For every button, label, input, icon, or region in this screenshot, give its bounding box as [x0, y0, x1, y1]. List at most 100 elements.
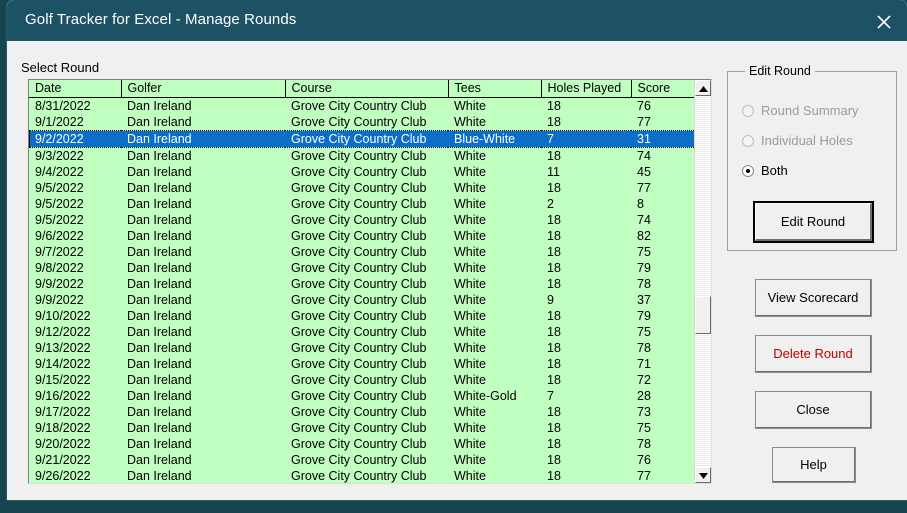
dialog-client-area: Select Round Date Golfer Course Tees Holes P…	[7, 41, 907, 500]
table-row[interactable]: 9/3/2022 Dan Ireland Grove City Country Cl…	[29, 147, 696, 164]
delete-round-button[interactable]: Delete Round	[755, 335, 872, 373]
table-row[interactable]: 9/16/2022 Dan Ireland Grove City Country C…	[29, 387, 696, 404]
table-cell: Dan Ireland	[121, 243, 285, 260]
table-cell: 9/2/2022	[29, 129, 121, 148]
table-cell: 9/9/2022	[29, 275, 121, 292]
help-button[interactable]: Help	[772, 447, 856, 483]
column-header[interactable]: Date	[29, 80, 122, 98]
table-cell: Grove City Country Club	[285, 451, 448, 468]
table-row[interactable]: 9/4/2022 Dan Ireland Grove City Country Cl…	[29, 163, 696, 180]
radio-individual-holes-label: Individual Holes	[761, 133, 853, 148]
radio-both-label: Both	[761, 163, 788, 178]
table-cell: Grove City Country Club	[285, 291, 448, 308]
table-row[interactable]: 9/13/2022 Dan Ireland Grove City Country C…	[29, 339, 696, 356]
table-cell: 9/5/2022	[29, 211, 121, 228]
table-cell: 9/16/2022	[29, 387, 121, 404]
table-cell: 28	[631, 387, 696, 404]
table-cell: White	[448, 339, 541, 356]
table-row[interactable]: 9/2/2022 Dan Ireland Grove City Country Cl…	[29, 129, 696, 148]
column-header[interactable]: Tees	[448, 80, 542, 98]
table-row[interactable]: 9/14/2022 Dan Ireland Grove City Country C…	[29, 355, 696, 372]
table-cell: White	[448, 291, 541, 308]
edit-round-button[interactable]: Edit Round	[753, 201, 874, 243]
table-row[interactable]: 9/15/2022 Dan Ireland Grove City Country C…	[29, 371, 696, 388]
table-cell: 18	[541, 403, 631, 420]
table-row[interactable]: 9/1/2022 Dan Ireland Grove City Country Cl…	[29, 113, 696, 130]
table-cell: Grove City Country Club	[285, 339, 448, 356]
table-cell: Dan Ireland	[121, 467, 285, 483]
rounds-grid[interactable]: Date Golfer Course Tees Holes Played Score 8/…	[28, 79, 712, 484]
table-cell: Dan Ireland	[121, 195, 285, 212]
window-title: Golf Tracker for Excel - Manage Rounds	[25, 11, 297, 28]
view-scorecard-button[interactable]: View Scorecard	[755, 279, 872, 317]
table-row[interactable]: 9/8/2022 Dan Ireland Grove City Country Cl…	[29, 259, 696, 276]
grid-vertical-scrollbar[interactable]	[694, 80, 711, 483]
table-cell: 9/4/2022	[29, 163, 121, 180]
table-row[interactable]: 9/20/2022 Dan Ireland Grove City Country C…	[29, 435, 696, 452]
column-header[interactable]: Holes Played	[541, 80, 632, 98]
radio-indicator	[742, 105, 754, 117]
table-row[interactable]: 9/18/2022 Dan Ireland Grove City Country C…	[29, 419, 696, 436]
scrollbar-thumb[interactable]	[695, 296, 711, 334]
column-header[interactable]: Course	[285, 80, 449, 98]
table-cell: Dan Ireland	[121, 371, 285, 388]
table-cell: White	[448, 113, 541, 130]
table-cell: 9/1/2022	[29, 113, 121, 130]
table-row[interactable]: 9/21/2022 Dan Ireland Grove City Country C…	[29, 451, 696, 468]
table-row[interactable]: 9/17/2022 Dan Ireland Grove City Country C…	[29, 403, 696, 420]
table-cell: 9/13/2022	[29, 339, 121, 356]
table-row[interactable]: 9/5/2022 Dan Ireland Grove City Country Cl…	[29, 179, 696, 196]
table-row[interactable]: 9/9/2022 Dan Ireland Grove City Country Cl…	[29, 275, 696, 292]
table-cell: 18	[541, 435, 631, 452]
table-cell: 18	[541, 451, 631, 468]
table-cell: 74	[631, 211, 696, 228]
scroll-up-button[interactable]	[695, 80, 711, 96]
table-cell: 8/31/2022	[29, 97, 121, 114]
table-row[interactable]: 9/12/2022 Dan Ireland Grove City Country C…	[29, 323, 696, 340]
table-cell: 73	[631, 403, 696, 420]
view-scorecard-button-label: View Scorecard	[767, 290, 859, 305]
close-button[interactable]	[861, 0, 907, 41]
table-cell: Grove City Country Club	[285, 467, 448, 483]
table-cell: Grove City Country Club	[285, 371, 448, 388]
table-cell: White	[448, 355, 541, 372]
column-header[interactable]: Golfer	[121, 80, 286, 98]
table-cell: Grove City Country Club	[285, 355, 448, 372]
table-row[interactable]: 9/7/2022 Dan Ireland Grove City Country Cl…	[29, 243, 696, 260]
table-cell: White	[448, 451, 541, 468]
table-row[interactable]: 9/5/2022 Dan Ireland Grove City Country Cl…	[29, 195, 696, 212]
table-row[interactable]: 9/9/2022 Dan Ireland Grove City Country Cl…	[29, 291, 696, 308]
table-cell: White	[448, 307, 541, 324]
table-cell: White	[448, 195, 541, 212]
column-header[interactable]: Score	[631, 80, 696, 98]
table-cell: Dan Ireland	[121, 97, 285, 114]
close-dialog-button[interactable]: Close	[755, 391, 872, 429]
table-cell: 18	[541, 419, 631, 436]
table-cell: Dan Ireland	[121, 129, 285, 148]
table-row[interactable]: 9/6/2022 Dan Ireland Grove City Country Cl…	[29, 227, 696, 244]
table-cell: Grove City Country Club	[285, 275, 448, 292]
table-cell: 9/9/2022	[29, 291, 121, 308]
table-cell: Grove City Country Club	[285, 211, 448, 228]
table-cell: 18	[541, 307, 631, 324]
rounds-grid-viewport: Date Golfer Course Tees Holes Played Score 8/…	[29, 80, 696, 483]
table-row[interactable]: 9/26/2022 Dan Ireland Grove City Country C…	[29, 467, 696, 483]
table-cell: Dan Ireland	[121, 259, 285, 276]
table-cell: Grove City Country Club	[285, 97, 448, 114]
table-cell: Grove City Country Club	[285, 307, 448, 324]
scroll-down-button[interactable]	[695, 467, 711, 483]
table-cell: Grove City Country Club	[285, 323, 448, 340]
table-cell: 82	[631, 227, 696, 244]
table-row[interactable]: 9/10/2022 Dan Ireland Grove City Country C…	[29, 307, 696, 324]
table-cell: 9/12/2022	[29, 323, 121, 340]
table-row[interactable]: 8/31/2022 Dan Ireland Grove City Country C…	[29, 97, 696, 114]
table-cell: 9/5/2022	[29, 195, 121, 212]
table-cell: 9/10/2022	[29, 307, 121, 324]
table-cell: 18	[541, 323, 631, 340]
table-cell: Dan Ireland	[121, 451, 285, 468]
table-cell: 18	[541, 339, 631, 356]
select-round-label: Select Round	[21, 60, 100, 75]
table-cell: White	[448, 147, 541, 164]
table-cell: 9/8/2022	[29, 259, 121, 276]
table-row[interactable]: 9/5/2022 Dan Ireland Grove City Country Cl…	[29, 211, 696, 228]
